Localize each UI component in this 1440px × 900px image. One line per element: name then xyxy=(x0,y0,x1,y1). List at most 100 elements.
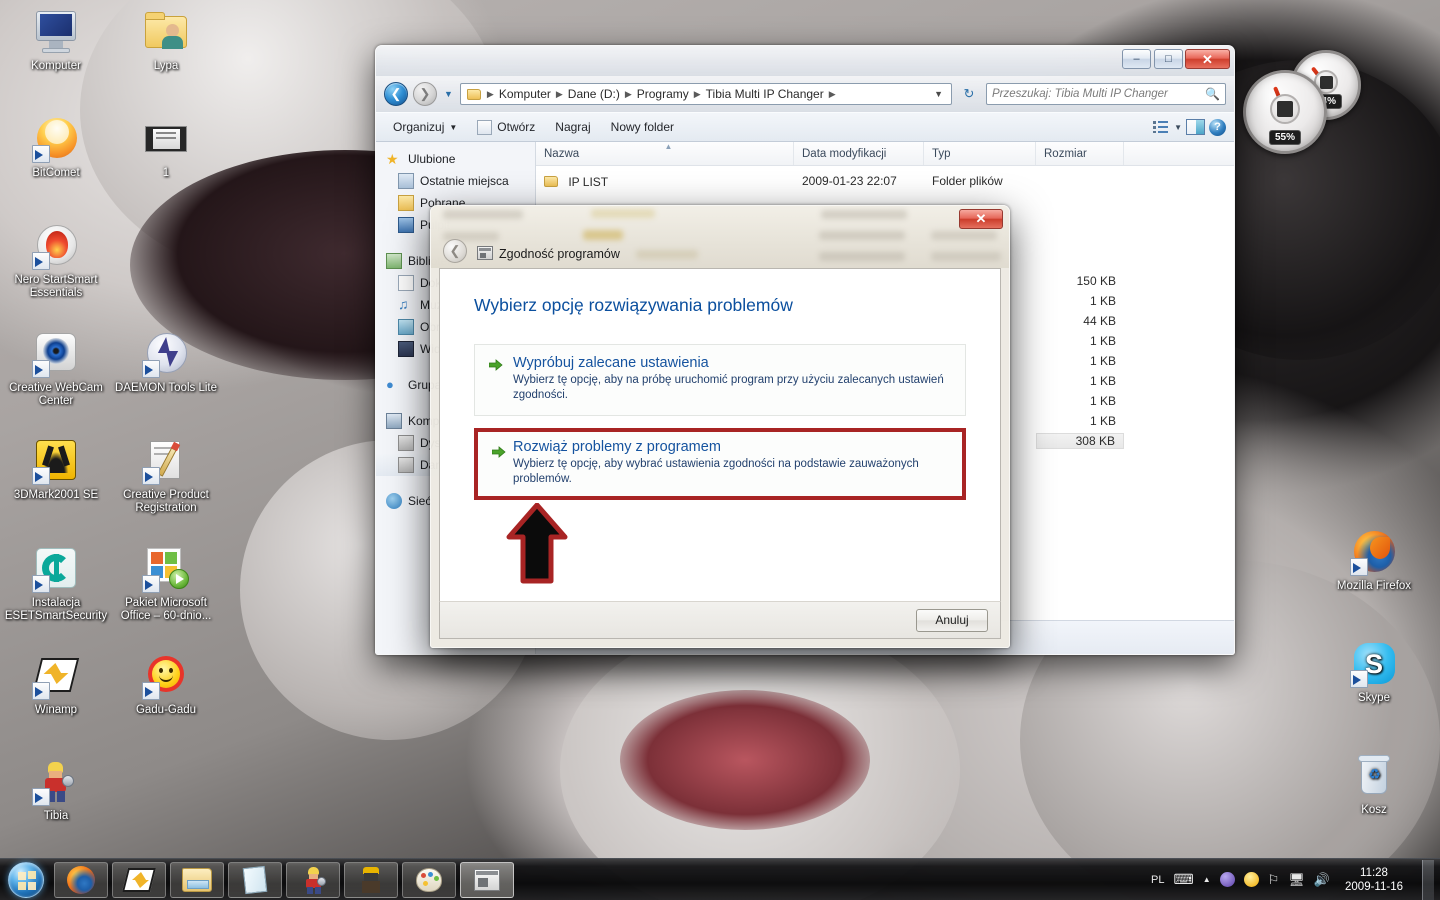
taskbar-button-game[interactable] xyxy=(344,861,398,898)
new-folder-button[interactable]: Nowy folder xyxy=(602,116,683,138)
desktop-icon xyxy=(398,217,414,233)
toolbar-right-group: ▼ ? xyxy=(1152,118,1226,136)
minimize-button[interactable]: – xyxy=(1122,49,1151,69)
volume-icon[interactable]: 🔊 xyxy=(1314,872,1330,888)
green-arrow-icon xyxy=(488,358,503,371)
desktop-icon-webcam[interactable]: Creative WebCam Center xyxy=(2,330,110,408)
option-troubleshoot-program[interactable]: Rozwiąż problemy z programem Wybierz tę … xyxy=(474,428,966,500)
desktop-icon-komputer[interactable]: Komputer xyxy=(2,8,110,73)
desktop-icon-label: Nero StartSmart Essentials xyxy=(14,274,98,299)
network-icon[interactable]: 🖥 xyxy=(1288,872,1305,888)
desktop-icon-3dmark[interactable]: 3DMark2001 SE xyxy=(2,437,110,502)
system-tray: PL ⌨ ▲ ⚐ 🖥 🔊 11:28 2009-11-16 xyxy=(1151,859,1440,900)
cpu-meter: 55% xyxy=(1243,70,1327,154)
desktop-icon-nero[interactable]: Nero StartSmart Essentials xyxy=(2,222,110,300)
address-dropdown-icon[interactable]: ▼ xyxy=(929,89,948,99)
view-dropdown-icon[interactable]: ▼ xyxy=(1174,123,1182,132)
maximize-button[interactable]: □ xyxy=(1154,49,1183,69)
forward-button[interactable]: ❯ xyxy=(413,82,437,106)
explorer-titlebar[interactable]: – □ ✕ xyxy=(376,46,1234,76)
desktop-icon-winamp[interactable]: Winamp xyxy=(2,652,110,717)
clock[interactable]: 11:28 2009-11-16 xyxy=(1339,866,1409,894)
history-dropdown-icon[interactable]: ▼ xyxy=(442,89,455,99)
desktop-icon-gadu-gadu[interactable]: Gadu-Gadu xyxy=(112,652,220,717)
column-label: Typ xyxy=(932,147,951,160)
breadcrumb-programy[interactable]: Programy xyxy=(633,86,693,102)
explorer-toolbar: Organizuj ▼ Otwórz Nagraj Nowy folder ▼ … xyxy=(376,112,1234,142)
dialog-titlebar[interactable]: ✕ ❮ Zgodność programów xyxy=(431,206,1009,268)
compatibility-icon xyxy=(477,246,493,261)
search-input[interactable]: Przeszukaj: Tibia Multi IP Changer 🔍 xyxy=(986,83,1226,105)
nero-icon xyxy=(32,222,80,270)
burn-label: Nagraj xyxy=(555,120,591,134)
desktop-icon-recycle-bin[interactable]: ♻ Kosz xyxy=(1320,752,1428,817)
documents-icon xyxy=(398,275,414,291)
breadcrumb-tibia-multi-ip-changer[interactable]: Tibia Multi IP Changer xyxy=(702,86,828,102)
background-blur xyxy=(931,252,1001,261)
column-headers: Nazwa ▲ Data modyfikacji Typ Rozmiar xyxy=(536,142,1234,166)
folder-user-icon xyxy=(142,8,190,56)
gadu-gadu-icon[interactable] xyxy=(1243,872,1259,887)
column-header-typ[interactable]: Typ xyxy=(924,142,1036,165)
daemon-tools-icon[interactable] xyxy=(1219,872,1235,887)
desktop-icon-label: 1 xyxy=(162,167,170,179)
refresh-button[interactable]: ↻ xyxy=(957,83,981,105)
desktop-icon-creative-registration[interactable]: Creative Product Registration xyxy=(112,437,220,515)
burn-button[interactable]: Nagraj xyxy=(546,116,599,138)
desktop-icon-eset[interactable]: Instalacja ESETSmartSecurity xyxy=(2,545,110,623)
desktop-icon-skype[interactable]: S Skype xyxy=(1320,640,1428,705)
breadcrumb-komputer[interactable]: Komputer xyxy=(495,86,555,102)
column-header-rozmiar[interactable]: Rozmiar xyxy=(1036,142,1124,165)
taskbar-button-firefox[interactable] xyxy=(54,861,108,898)
column-header-data-modyfikacji[interactable]: Data modyfikacji xyxy=(794,142,924,165)
breadcrumb-dane-d[interactable]: Dane (D:) xyxy=(564,86,624,102)
desktop-icon-lypa[interactable]: Lypa xyxy=(112,8,220,73)
sidebar-item-ostatnie-miejsca[interactable]: Ostatnie miejsca xyxy=(376,170,535,192)
cancel-button[interactable]: Anuluj xyxy=(916,608,988,632)
option-title: Rozwiąż problemy z programem xyxy=(513,439,721,455)
desktop-icon-label: Instalacja ESETSmartSecurity xyxy=(4,597,108,622)
desktop-icon-label: Mozilla Firefox xyxy=(1336,580,1412,592)
option-recommended-settings[interactable]: Wypróbuj zalecane ustawienia Wybierz tę … xyxy=(474,344,966,416)
taskbar-button-compatibility-dialog[interactable] xyxy=(460,861,514,898)
taskbar-button-paint[interactable] xyxy=(402,861,456,898)
desktop-icon-1[interactable]: 1 xyxy=(112,115,220,180)
taskbar-button-winamp[interactable] xyxy=(112,861,166,898)
keyboard-icon[interactable]: ⌨ xyxy=(1174,871,1194,888)
taskbar-button-notepad[interactable] xyxy=(228,861,282,898)
organize-button[interactable]: Organizuj ▼ xyxy=(384,116,466,138)
computer-icon xyxy=(386,413,402,429)
show-hidden-icons-button[interactable]: ▲ xyxy=(1203,875,1211,884)
desktop-icon-label: Tibia xyxy=(43,810,69,822)
taskbar[interactable]: PL ⌨ ▲ ⚐ 🖥 🔊 11:28 2009-11-16 xyxy=(0,858,1440,900)
close-button[interactable]: ✕ xyxy=(1185,49,1230,69)
sort-ascending-icon: ▲ xyxy=(664,142,673,151)
dialog-close-button[interactable]: ✕ xyxy=(959,209,1003,229)
view-options-icon[interactable] xyxy=(1152,119,1170,135)
sidebar-item-ulubione[interactable]: ★ Ulubione xyxy=(376,148,535,170)
address-bar[interactable]: ▶ Komputer ▶ Dane (D:) ▶ Programy ▶ Tibi… xyxy=(459,83,952,105)
taskbar-button-tibia[interactable] xyxy=(286,861,340,898)
favorites-star-icon: ★ xyxy=(386,151,399,167)
downloads-icon xyxy=(398,195,414,211)
cpu-meter-gadget[interactable]: 34% 55% xyxy=(1243,48,1363,158)
back-button[interactable]: ❮ xyxy=(384,82,408,106)
clock-time: 11:28 xyxy=(1360,866,1388,879)
desktop-icon-bitcomet[interactable]: BitComet xyxy=(2,115,110,180)
desktop-icon-firefox[interactable]: Mozilla Firefox xyxy=(1320,528,1428,593)
help-icon[interactable]: ? xyxy=(1209,118,1226,136)
column-header-nazwa[interactable]: Nazwa ▲ xyxy=(536,142,794,165)
desktop-icon-office[interactable]: Pakiet Microsoft Office – 60-dnio... xyxy=(112,545,220,623)
back-arrow-icon[interactable]: ❮ xyxy=(443,239,467,263)
start-button[interactable] xyxy=(2,860,50,900)
desktop-icon-tibia[interactable]: Tibia xyxy=(2,758,110,823)
language-indicator[interactable]: PL xyxy=(1151,874,1164,886)
open-button[interactable]: Otwórz xyxy=(468,116,544,139)
flag-action-center-icon[interactable]: ⚐ xyxy=(1268,872,1280,888)
desktop-icon-daemon-tools[interactable]: DAEMON Tools Lite xyxy=(112,330,220,395)
show-desktop-button[interactable] xyxy=(1422,859,1434,900)
taskbar-button-explorer[interactable] xyxy=(170,861,224,898)
preview-pane-icon[interactable] xyxy=(1186,119,1205,135)
table-row[interactable]: IP LIST 2009-01-23 22:07 Folder plików xyxy=(536,171,1234,191)
breadcrumb-separator: ▶ xyxy=(486,88,494,99)
